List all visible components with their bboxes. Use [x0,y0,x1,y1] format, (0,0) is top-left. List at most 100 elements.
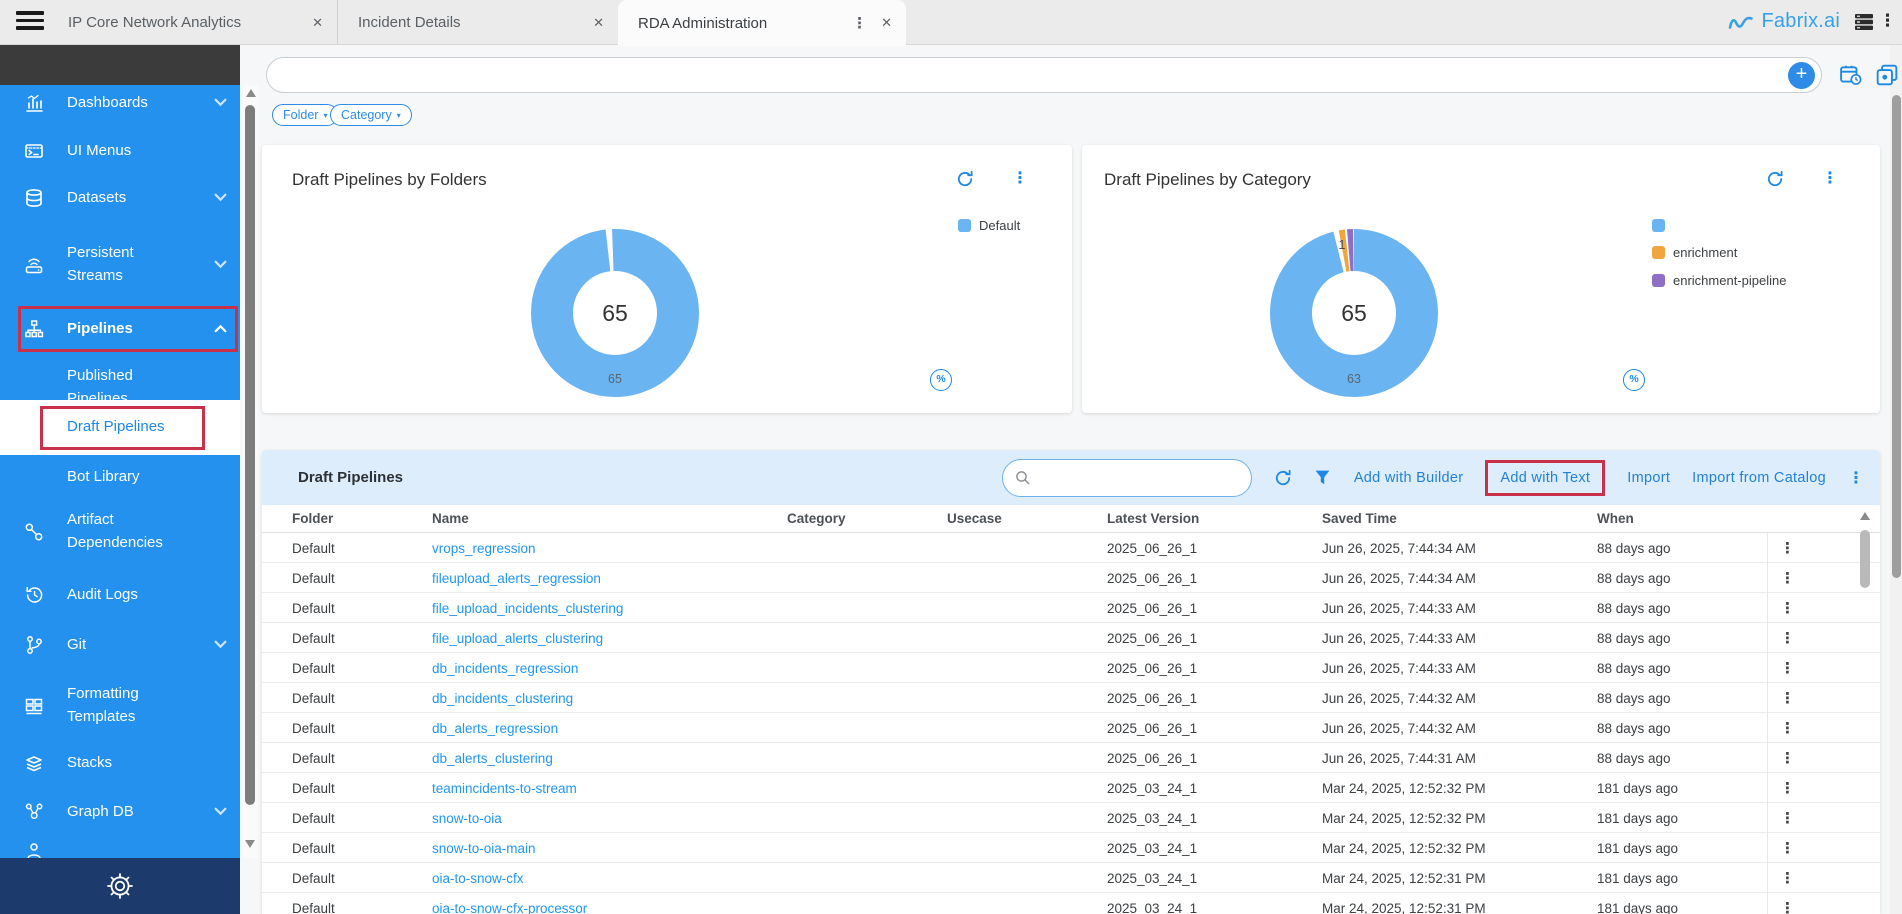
legend-item-enrichment-pipeline[interactable]: enrichment-pipeline [1652,273,1786,288]
legend-item-enrichment[interactable]: enrichment [1652,245,1786,260]
cell-folder: Default [292,781,432,796]
scroll-up-arrow[interactable] [1860,512,1870,520]
row-kebab-icon[interactable]: ⋮ [1780,629,1795,647]
pipeline-name-link[interactable]: db_alerts_regression [432,721,787,736]
import-from-catalog-button[interactable]: Import from Catalog [1692,470,1826,486]
scroll-up-arrow[interactable] [246,89,256,97]
table-row: Default db_incidents_regression 2025_06_… [262,653,1880,683]
pipeline-name-link[interactable]: vrops_regression [432,541,787,556]
tab-kebab-icon[interactable]: ⋮ [842,14,877,32]
sidebar-item-artifact-dependencies[interactable]: Artifact Dependencies [0,509,240,554]
table-row: Default oia-to-snow-cfx 2025_03_24_1 Mar… [262,863,1880,893]
sidebar-item-draft-pipelines[interactable]: Draft Pipelines [0,400,240,455]
filter-funnel-icon[interactable] [1314,469,1332,487]
table-toolbar: Draft Pipelines Add with Builder Add wit… [262,450,1880,505]
sidebar-item-graph-db[interactable]: Graph DB [0,797,240,827]
legend-item-default[interactable]: Default [958,218,1020,233]
pipeline-name-link[interactable]: file_upload_alerts_clustering [432,631,787,646]
sidebar-item-pipelines[interactable]: Pipelines [0,314,240,344]
add-with-builder-button[interactable]: Add with Builder [1354,470,1464,486]
database-icon [22,186,46,210]
import-button[interactable]: Import [1627,470,1670,486]
legend-item-blank[interactable] [1652,218,1786,232]
pipeline-name-link[interactable]: file_upload_incidents_clustering [432,601,787,616]
sidebar-item-datasets[interactable]: Datasets [0,183,240,213]
tab-rda-administration-active[interactable]: RDA Administration ⋮ ✕ [618,0,906,46]
row-kebab-icon[interactable]: ⋮ [1780,659,1795,677]
sidebar-item-partial[interactable] [0,835,240,858]
row-kebab-icon[interactable]: ⋮ [1780,539,1795,557]
schedule-table-icon[interactable] [1840,64,1862,86]
row-kebab-icon[interactable]: ⋮ [1780,869,1795,887]
sidebar-item-git[interactable]: Git [0,630,240,660]
server-stack-icon[interactable] [1854,13,1874,31]
row-kebab-icon[interactable]: ⋮ [1780,569,1795,587]
pipeline-name-link[interactable]: oia-to-snow-cfx-processor [432,901,787,914]
refresh-icon[interactable] [1766,170,1784,188]
close-icon[interactable]: ✕ [579,15,604,31]
row-kebab-icon[interactable]: ⋮ [1780,599,1795,617]
sidebar-item-persistent-streams[interactable]: Persistent Streams [0,242,240,287]
pipeline-name-link[interactable]: db_incidents_clustering [432,691,787,706]
copy-views-icon[interactable] [1876,64,1898,86]
pipeline-name-link[interactable]: snow-to-oia-main [432,841,787,856]
table-scrollbar[interactable] [1858,508,1872,908]
page-scrollbar[interactable] [1890,45,1902,914]
donut-chart-folders[interactable]: 65 65 [527,225,703,401]
sidebar-scroll-thumb[interactable] [245,105,255,805]
close-icon[interactable]: ✕ [298,15,323,31]
row-kebab-icon[interactable]: ⋮ [1780,779,1795,797]
pipeline-name-link[interactable]: db_incidents_regression [432,661,787,676]
close-icon[interactable]: ✕ [877,15,892,31]
window-kebab-icon[interactable]: ⋮ [1879,11,1896,31]
row-kebab-icon[interactable]: ⋮ [1780,809,1795,827]
pipeline-name-link[interactable]: oia-to-snow-cfx [432,871,787,886]
refresh-icon[interactable] [956,170,974,188]
scroll-down-arrow[interactable] [245,840,255,848]
add-button[interactable]: + [1788,62,1815,89]
category-filter-chip[interactable]: Category ▾ [330,104,412,126]
global-search-bar[interactable]: + [266,57,1822,93]
pipeline-name-link[interactable]: fileupload_alerts_regression [432,571,787,586]
pipeline-name-link[interactable]: teamincidents-to-stream [432,781,787,796]
row-kebab-icon[interactable]: ⋮ [1780,719,1795,737]
cell-latest-version: 2025_06_26_1 [1107,601,1322,616]
tab-incident-details[interactable]: Incident Details ✕ [338,0,618,45]
sidebar-item-ui-menus[interactable]: UI Menus [0,136,240,166]
sidebar-item-bot-library[interactable]: Bot Library [0,462,240,492]
pipeline-name-link[interactable]: snow-to-oia [432,811,787,826]
row-kebab-icon[interactable]: ⋮ [1780,899,1795,914]
table-kebab-icon[interactable]: ⋮ [1848,468,1864,488]
hamburger-menu-icon[interactable] [16,11,44,33]
percent-toggle-button[interactable]: % [930,369,952,391]
folder-filter-chip[interactable]: Folder ▾ [272,104,338,126]
sidebar-item-formatting-templates[interactable]: Formatting Templates [0,683,240,728]
chevron-down-icon [214,260,228,270]
cell-saved-time: Jun 26, 2025, 7:44:34 AM [1322,571,1597,586]
add-with-text-button[interactable]: Add with Text [1485,460,1605,496]
kebab-menu-icon[interactable]: ⋮ [1012,168,1028,188]
tab-ip-core-network-analytics[interactable]: IP Core Network Analytics ✕ [48,0,338,45]
table-scroll-thumb[interactable] [1860,530,1870,588]
sidebar-item-audit-logs[interactable]: Audit Logs [0,580,240,610]
pipeline-name-link[interactable]: db_alerts_clustering [432,751,787,766]
chart-title: Draft Pipelines by Category [1104,170,1311,190]
sidebar-scrollbar[interactable] [243,85,258,858]
global-search-input[interactable] [283,58,1773,92]
cell-saved-time: Jun 26, 2025, 7:44:33 AM [1322,601,1597,616]
gear-icon[interactable] [105,871,135,901]
legend-swatch [1652,274,1665,287]
sidebar-item-dashboards[interactable]: Dashboards [0,88,240,118]
page-scroll-thumb[interactable] [1892,95,1901,578]
percent-toggle-button[interactable]: % [1623,369,1645,391]
kebab-menu-icon[interactable]: ⋮ [1822,168,1838,188]
refresh-icon[interactable] [1274,469,1292,487]
donut-chart-category[interactable]: 1 65 63 [1266,225,1442,401]
table-search[interactable] [1002,459,1252,497]
row-kebab-icon[interactable]: ⋮ [1780,689,1795,707]
sidebar-item-stacks[interactable]: Stacks [0,748,240,778]
table-search-input[interactable] [1039,470,1229,485]
cell-when: 181 days ago [1597,781,1767,796]
row-kebab-icon[interactable]: ⋮ [1780,839,1795,857]
row-kebab-icon[interactable]: ⋮ [1780,749,1795,767]
